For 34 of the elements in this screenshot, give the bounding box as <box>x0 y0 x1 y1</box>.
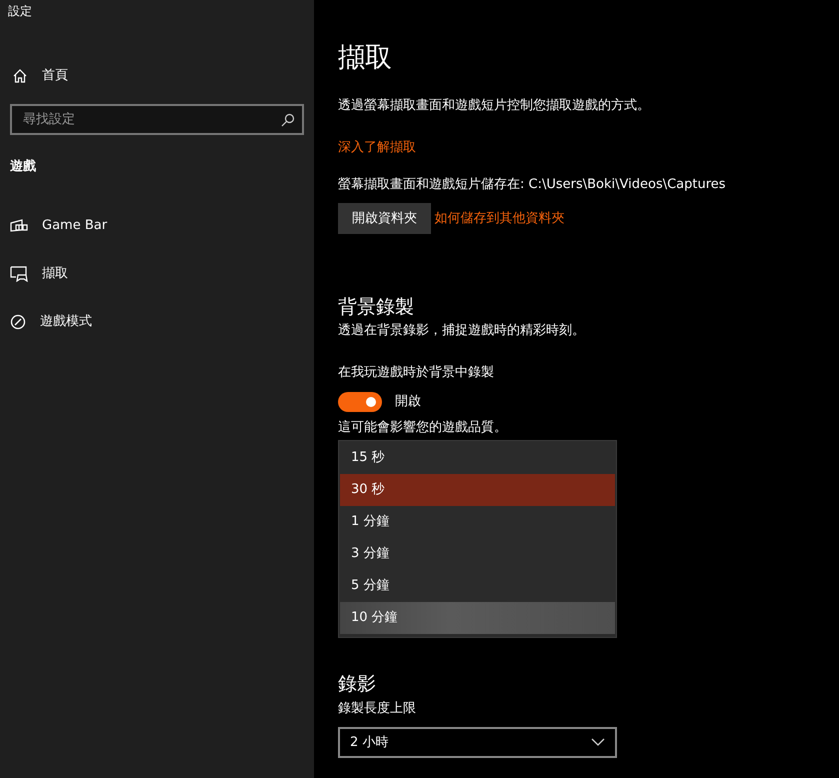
save-path-text: 螢幕擷取畫面和遊戲短片儲存在: C:\Users\Boki\Videos\Captures <box>338 176 727 194</box>
dropdown-option[interactable]: 1 分鐘 <box>340 506 615 538</box>
screen-controller-icon <box>10 266 28 282</box>
note-text: 這可能會影響您的遊戲品質。 <box>338 419 508 438</box>
home-nav-item[interactable]: 首頁 <box>0 66 80 86</box>
search-field[interactable]: 尋找設定 <box>10 104 304 134</box>
section-heading: 遊戲 <box>9 158 37 176</box>
duration-dropdown[interactable]: 2 小時 <box>338 726 617 758</box>
setting-label: 在我玩遊戲時於背景中錄製 <box>338 364 495 382</box>
description-text: 透過螢幕擷取畫面和遊戲短片控制您擷取遊戲的方式。 <box>338 97 651 116</box>
dropdown-option[interactable]: 5 分鐘 <box>340 570 615 602</box>
monitor-icon <box>10 219 28 233</box>
toggle-state-text: 開啟 <box>395 393 421 412</box>
description-text: 透過在背景錄影，捕捉遊戲時的精彩時刻。 <box>338 322 586 340</box>
learn-more-link[interactable]: 深入了解擷取 <box>338 138 416 158</box>
search-icon <box>281 112 295 126</box>
chevron-down-icon <box>591 738 605 746</box>
section-heading: 錄影 <box>338 672 377 696</box>
open-folder-button[interactable]: 開啟資料夾 <box>338 202 431 234</box>
dropdown-option[interactable]: 3 分鐘 <box>340 538 615 570</box>
window-title: 設定 <box>7 3 33 20</box>
home-icon <box>12 68 28 84</box>
gauge-icon <box>10 314 26 330</box>
dropdown-option[interactable]: 30 秒 <box>340 474 615 506</box>
sidebar-item[interactable]: 擷取 <box>0 264 78 284</box>
section-heading: 背景錄製 <box>338 296 415 320</box>
sidebar-item[interactable]: Game Bar <box>0 216 118 236</box>
toggle-switch[interactable] <box>338 392 382 412</box>
sidebar-item[interactable]: 遊戲模式 <box>0 312 102 332</box>
dropdown-option[interactable]: 15 秒 <box>340 442 615 474</box>
other-folder-link[interactable]: 如何儲存到其他資料夾 <box>434 208 564 228</box>
dropdown-option[interactable]: 10 分鐘 <box>340 602 615 634</box>
page-title: 擷取 <box>338 42 393 74</box>
setting-label: 錄製長度上限 <box>338 700 417 718</box>
